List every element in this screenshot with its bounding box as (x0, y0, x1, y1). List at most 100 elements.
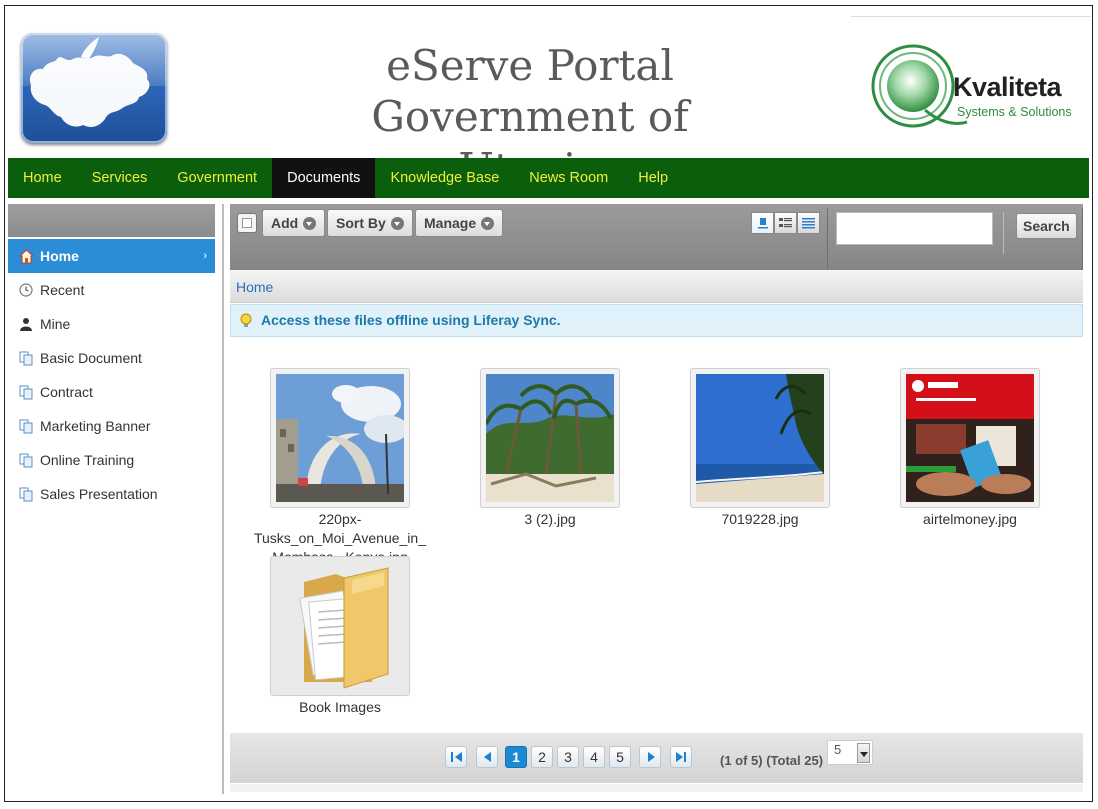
partner-logo-subtext: Systems & Solutions (957, 105, 1072, 119)
list-view-button[interactable] (797, 212, 820, 234)
dropdown-arrow-icon (303, 216, 317, 230)
sidebar-item-label: Basic Document (40, 350, 142, 366)
search-input[interactable] (836, 212, 993, 245)
documents-icon (18, 418, 34, 434)
header-divider (851, 16, 1091, 17)
search-divider (1003, 212, 1004, 254)
display-style-group (751, 212, 820, 234)
file-name[interactable]: 3 (2).jpg (460, 510, 640, 529)
folder-name[interactable]: Book Images (250, 698, 430, 717)
page-button-4[interactable]: 4 (583, 746, 605, 768)
partner-logo-text: Kvaliteta (953, 72, 1062, 102)
breadcrumb: Home (230, 270, 1083, 303)
file-entry[interactable]: 3 (2).jpg (460, 368, 640, 529)
folder-entry[interactable]: Book Images (250, 556, 430, 717)
dropdown-arrow-icon (390, 216, 404, 230)
sidebar-item-label: Mine (40, 316, 71, 332)
documents-icon (18, 350, 34, 366)
documents-toolbar: Add Sort By Manage Search (230, 204, 1083, 272)
folder-sidebar: Home › Recent Mine Basic Document Contra… (8, 204, 215, 524)
file-thumbnail[interactable] (690, 368, 830, 508)
icon-view-button[interactable] (751, 212, 774, 234)
sidebar-divider (222, 204, 224, 794)
file-thumbnail[interactable] (900, 368, 1040, 508)
page-button-1[interactable]: 1 (505, 746, 527, 768)
lightbulb-icon (240, 313, 252, 327)
portal-title-line1: eServe Portal (386, 41, 674, 90)
documents-icon (18, 486, 34, 502)
sidebar-item-label: Sales Presentation (40, 486, 158, 502)
sidebar-item-mine[interactable]: Mine (8, 307, 215, 341)
sidebar-item-sales-presentation[interactable]: Sales Presentation (8, 477, 215, 511)
documents-icon (18, 452, 34, 468)
chevron-right-icon: › (203, 250, 207, 262)
select-all-checkbox[interactable] (237, 213, 257, 233)
nav-government[interactable]: Government (162, 158, 272, 198)
pagination-info: (1 of 5) (Total 25) (720, 753, 824, 768)
file-thumbnail[interactable] (480, 368, 620, 508)
portal-frame: eServe Portal Government of Utopia Kvali… (4, 5, 1093, 802)
page-size-value: 5 (834, 742, 842, 757)
nav-documents[interactable]: Documents (272, 158, 376, 198)
documents-icon (18, 384, 34, 400)
chevron-down-icon[interactable] (857, 743, 870, 763)
page-button-5[interactable]: 5 (609, 746, 631, 768)
content-footer (230, 784, 1083, 792)
file-name[interactable]: 7019228.jpg (670, 510, 850, 529)
sidebar-item-label: Online Training (40, 452, 135, 468)
sidebar-item-label: Home (40, 248, 79, 264)
sidebar-header (8, 204, 215, 237)
page-size-select[interactable]: 5 (827, 740, 873, 765)
home-icon (18, 248, 34, 264)
portal-header: eServe Portal Government of Utopia Kvali… (5, 6, 1092, 193)
dropdown-arrow-icon (481, 216, 495, 230)
last-page-button[interactable] (670, 746, 692, 768)
file-name[interactable]: airtelmoney.jpg (880, 510, 1060, 529)
sidebar-item-online-training[interactable]: Online Training (8, 443, 215, 477)
add-button-label: Add (271, 215, 299, 231)
sync-message: Access these files offline using Liferay… (261, 312, 561, 328)
file-entry[interactable]: airtelmoney.jpg (880, 368, 1060, 529)
icon-view-icon (757, 218, 768, 229)
page-button-3[interactable]: 3 (557, 746, 579, 768)
manage-button[interactable]: Manage (415, 209, 504, 237)
breadcrumb-home-link[interactable]: Home (236, 279, 273, 295)
sidebar-item-label: Recent (40, 282, 85, 298)
sidebar-item-contract[interactable]: Contract (8, 375, 215, 409)
antarctica-logo[interactable] (21, 33, 167, 143)
sidebar-item-marketing-banner[interactable]: Marketing Banner (8, 409, 215, 443)
main-nav: Home Services Government Documents Knowl… (8, 158, 1089, 198)
nav-home[interactable]: Home (8, 158, 77, 198)
descriptive-view-icon (779, 218, 792, 228)
sidebar-item-label: Marketing Banner (40, 418, 151, 434)
sort-by-button-label: Sort By (336, 215, 386, 231)
manage-button-label: Manage (424, 215, 477, 231)
file-entry[interactable]: 7019228.jpg (670, 368, 850, 529)
nav-services[interactable]: Services (77, 158, 163, 198)
sync-info-banner: Access these files offline using Liferay… (230, 304, 1083, 337)
nav-news-room[interactable]: News Room (514, 158, 623, 198)
sidebar-item-recent[interactable]: Recent (8, 273, 215, 307)
documents-grid: 220px- Tusks_on_Moi_Avenue_in_ Mombasa,_… (230, 338, 1083, 733)
search-button[interactable]: Search (1016, 213, 1077, 239)
pagination-bar: 1 2 3 4 5 (1 of 5) (Total 25) 5 (230, 733, 1083, 783)
nav-knowledge-base[interactable]: Knowledge Base (375, 158, 514, 198)
file-entry[interactable]: 220px- Tusks_on_Moi_Avenue_in_ Mombasa,_… (250, 368, 430, 566)
file-thumbnail[interactable] (270, 368, 410, 508)
descriptive-view-button[interactable] (774, 212, 797, 234)
nav-help[interactable]: Help (623, 158, 683, 198)
clock-icon (18, 282, 34, 298)
folder-icon (299, 567, 389, 689)
page-button-2[interactable]: 2 (531, 746, 553, 768)
sidebar-item-home[interactable]: Home › (8, 239, 215, 273)
sidebar-item-label: Contract (40, 384, 93, 400)
next-page-button[interactable] (639, 746, 661, 768)
user-icon (18, 316, 34, 332)
list-view-icon (802, 218, 815, 229)
add-button[interactable]: Add (262, 209, 326, 237)
sidebar-item-basic-document[interactable]: Basic Document (8, 341, 215, 375)
folder-thumbnail[interactable] (270, 556, 410, 696)
previous-page-button[interactable] (476, 746, 498, 768)
sort-by-button[interactable]: Sort By (327, 209, 413, 237)
first-page-button[interactable] (445, 746, 467, 768)
